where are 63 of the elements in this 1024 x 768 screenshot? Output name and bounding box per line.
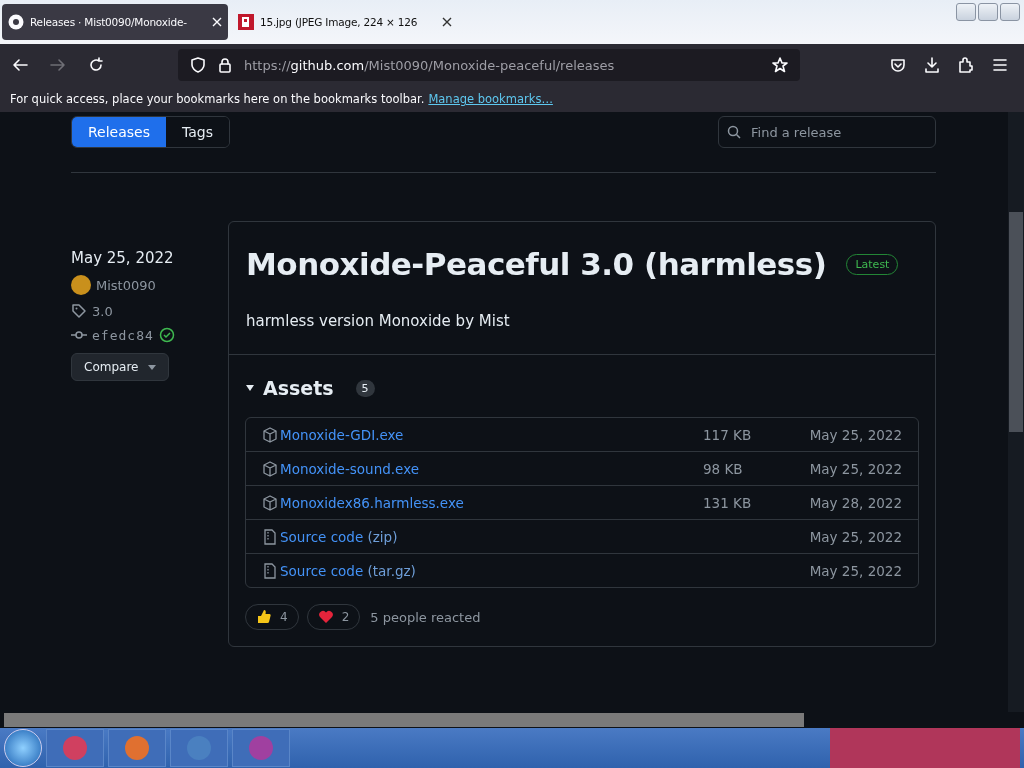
avatar-icon bbox=[71, 275, 91, 295]
asset-date: May 25, 2022 bbox=[808, 460, 902, 477]
manage-bookmarks-link[interactable]: Manage bookmarks… bbox=[428, 92, 553, 106]
file-size: 117 KB bbox=[703, 426, 753, 443]
minimize-button[interactable] bbox=[956, 3, 976, 21]
pocket-icon[interactable] bbox=[890, 57, 906, 73]
assets-heading: Assets bbox=[263, 377, 334, 399]
thumbs-up-icon bbox=[256, 609, 272, 625]
bookmarks-hint-text: For quick access, place your bookmarks here on the bookmarks toolbar. bbox=[10, 92, 425, 106]
star-icon[interactable] bbox=[772, 57, 788, 73]
asset-date: May 25, 2022 bbox=[808, 528, 902, 545]
asset-link[interactable]: Source code (tar.gz) bbox=[280, 562, 416, 579]
tag-icon bbox=[71, 303, 87, 319]
close-icon[interactable] bbox=[442, 17, 452, 27]
browser-tab[interactable]: Releases · Mist0090/Monoxide- bbox=[2, 4, 228, 40]
package-icon bbox=[262, 426, 278, 443]
scrollbar-thumb[interactable] bbox=[4, 713, 804, 727]
start-button[interactable] bbox=[4, 729, 42, 767]
browser-tab[interactable]: 15.jpg (JPEG Image, 224 × 126 bbox=[232, 4, 458, 40]
shield-icon bbox=[190, 57, 206, 73]
commit-link[interactable]: efedc84 bbox=[92, 327, 154, 343]
reload-icon[interactable] bbox=[88, 57, 104, 73]
caret-down-icon[interactable] bbox=[245, 383, 255, 393]
menu-icon[interactable] bbox=[992, 57, 1008, 73]
file-size: 131 KB bbox=[703, 494, 753, 511]
release-date: May 25, 2022 bbox=[71, 249, 174, 267]
count-badge: 5 bbox=[355, 379, 375, 397]
back-arrow-icon[interactable] bbox=[12, 57, 28, 73]
search-icon bbox=[727, 125, 741, 139]
puzzle-piece-icon[interactable] bbox=[958, 57, 974, 73]
asset-link[interactable]: Source code (zip) bbox=[280, 528, 398, 545]
file-zip-icon bbox=[262, 562, 278, 579]
close-button[interactable] bbox=[1000, 3, 1020, 21]
asset-link[interactable]: Monoxidex86.harmless.exe bbox=[280, 494, 464, 511]
heart-icon bbox=[317, 609, 334, 625]
release-description: harmless version Monoxide by Mist bbox=[246, 312, 511, 330]
file-size: 98 KB bbox=[703, 460, 744, 477]
address-bar[interactable]: https://github.com/Mist0090/Monoxide-peaceful/releases bbox=[178, 49, 800, 81]
download-icon[interactable] bbox=[924, 57, 940, 73]
asset-date: May 25, 2022 bbox=[808, 426, 902, 443]
site-logo-icon bbox=[8, 14, 24, 30]
asset-link[interactable]: Monoxide-GDI.exe bbox=[280, 426, 404, 443]
reaction-button[interactable]: 2 bbox=[306, 604, 361, 630]
asset-date: May 25, 2022 bbox=[808, 562, 902, 579]
releases-tags-tab[interactable]: Releases bbox=[72, 117, 166, 147]
caret-icon bbox=[148, 364, 157, 370]
scrollbar-thumb[interactable] bbox=[1009, 212, 1023, 432]
package-icon bbox=[262, 460, 278, 477]
restore-button[interactable] bbox=[978, 3, 998, 21]
tag-link[interactable]: 3.0 bbox=[92, 303, 113, 319]
release-title: Monoxide-Peaceful 3.0 (harmless) bbox=[246, 246, 827, 282]
reactions-summary: 5 people reacted bbox=[370, 609, 481, 625]
image-icon bbox=[238, 14, 254, 30]
author-link[interactable]: Mist0090 bbox=[96, 277, 156, 293]
package-icon bbox=[262, 494, 278, 511]
forward-arrow-icon[interactable] bbox=[50, 57, 66, 73]
asset-date: May 28, 2022 bbox=[808, 494, 902, 511]
lock-icon bbox=[218, 57, 232, 73]
file-zip-icon bbox=[262, 528, 278, 545]
reaction-button[interactable]: 4 bbox=[245, 604, 299, 630]
compare-button[interactable]: Compare bbox=[71, 353, 170, 381]
asset-link[interactable]: Monoxide-sound.exe bbox=[280, 460, 419, 477]
search-field[interactable]: Find a release bbox=[718, 116, 936, 148]
